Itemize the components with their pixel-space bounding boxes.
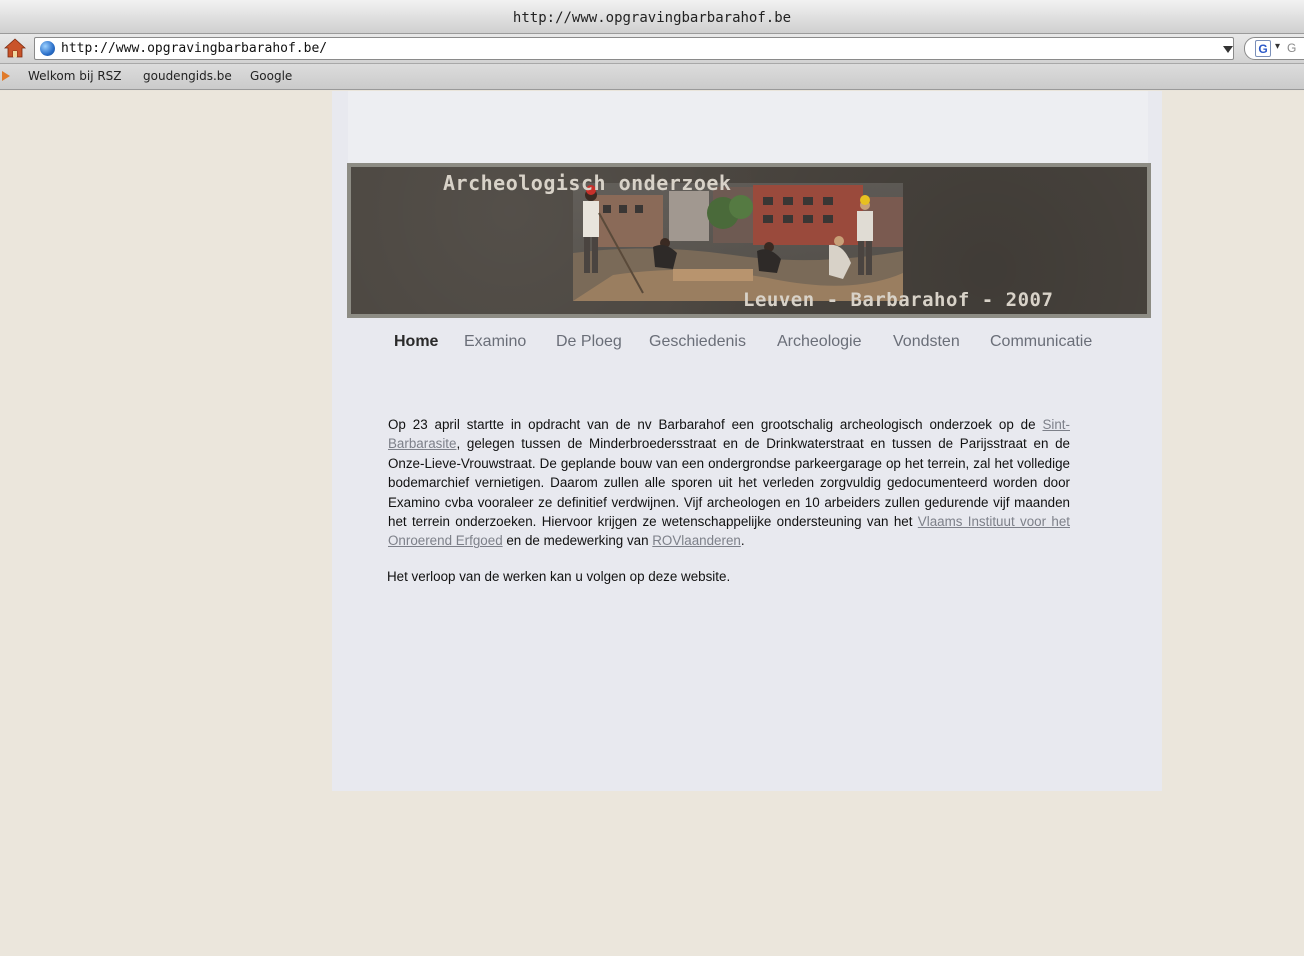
- banner-title: Archeologisch onderzoek: [443, 171, 732, 195]
- bookmark-arrow-icon[interactable]: [2, 71, 10, 81]
- bookmark-google[interactable]: Google: [250, 69, 292, 83]
- intro-text-3: en de medewerking van: [502, 533, 653, 549]
- page-viewport: Archeologisch onderzoek Leuven - Barbara…: [0, 91, 1304, 956]
- site-navigation: Home Examino De Ploeg Geschiedenis Arche…: [394, 333, 1134, 361]
- site-banner: Archeologisch onderzoek Leuven - Barbara…: [347, 163, 1151, 318]
- nav-geschiedenis[interactable]: Geschiedenis: [649, 333, 746, 351]
- bookmarks-toolbar: Welkom bij RSZ goudengids.be Google: [0, 64, 1304, 90]
- nav-examino[interactable]: Examino: [464, 333, 526, 351]
- chevron-down-icon[interactable]: [1223, 46, 1233, 53]
- link-rovlaanderen[interactable]: ROVlaanderen: [652, 533, 741, 548]
- url-input[interactable]: [61, 38, 1161, 59]
- follow-paragraph: Het verloop van de werken kan u volgen o…: [387, 569, 731, 584]
- search-box[interactable]: G ▾ G: [1244, 37, 1304, 60]
- intro-paragraph: Op 23 april startte in opdracht van de n…: [388, 415, 1070, 551]
- banner-subtitle: Leuven - Barbarahof - 2007: [743, 289, 1054, 311]
- address-bar[interactable]: [34, 37, 1260, 60]
- nav-archeologie[interactable]: Archeologie: [777, 333, 862, 351]
- bookmark-welkom-bij-rsz[interactable]: Welkom bij RSZ: [28, 69, 122, 83]
- nav-de-ploeg[interactable]: De Ploeg: [556, 333, 622, 351]
- navigation-toolbar: G ▾ G: [0, 34, 1304, 64]
- google-search-icon[interactable]: G: [1255, 40, 1271, 57]
- search-engine-logo-partial: G: [1287, 41, 1297, 55]
- globe-icon: [40, 41, 55, 56]
- nav-home[interactable]: Home: [394, 333, 438, 351]
- search-engine-dropdown-icon[interactable]: ▾: [1275, 41, 1280, 52]
- nav-vondsten[interactable]: Vondsten: [893, 333, 960, 351]
- intro-text-1: Op 23 april startte in opdracht van de n…: [388, 417, 1043, 432]
- site-header-space: [348, 91, 1148, 163]
- nav-communicatie[interactable]: Communicatie: [990, 333, 1092, 351]
- window-title-bar: http://www.opgravingbarbarahof.be: [0, 0, 1304, 34]
- window-title: http://www.opgravingbarbarahof.be: [512, 10, 792, 26]
- home-icon[interactable]: [4, 37, 26, 59]
- bookmark-goudengids[interactable]: goudengids.be: [143, 69, 232, 83]
- intro-text-4: .: [740, 533, 745, 549]
- excavation-photo: [573, 183, 903, 301]
